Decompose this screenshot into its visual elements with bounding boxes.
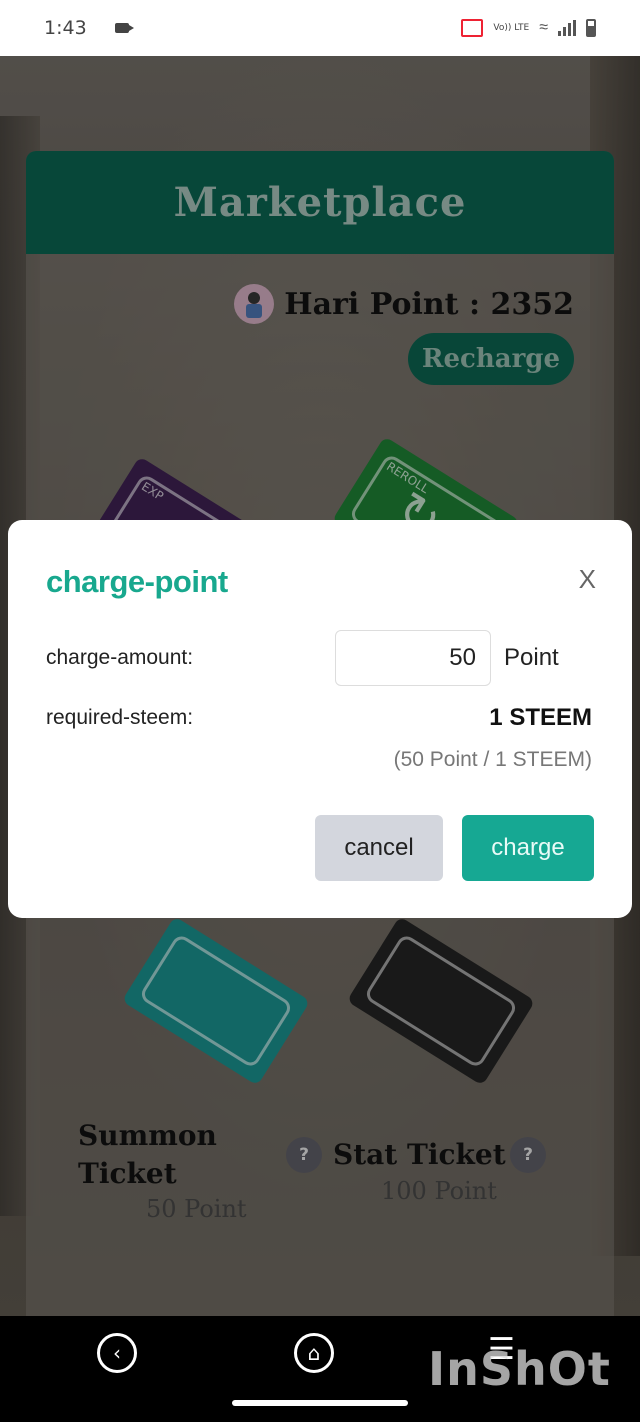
status-bar: 1:43 Vo)) LTE ≈ [0,0,640,56]
cancel-button[interactable]: cancel [315,815,443,881]
charge-amount-unit: Point [504,644,559,671]
home-icon[interactable]: ⌂ [294,1333,334,1373]
close-button[interactable]: X [579,564,596,595]
required-steem-value: 1 STEEM [489,704,592,731]
charge-amount-input[interactable] [335,630,491,686]
required-steem-label: required-steem: [46,706,194,729]
home-indicator[interactable] [232,1400,408,1406]
navigation-bar: ‹ ⌂ ☰ InShOt [0,1316,640,1422]
modal-title: charge-point [46,564,228,599]
volte-icon: Vo)) LTE [493,22,530,33]
status-time: 1:43 [44,17,87,39]
signal-icon [558,20,576,36]
battery-icon [586,19,596,37]
cast-icon [461,19,484,37]
charge-amount-label: charge-amount: [46,646,194,669]
wifi-icon: ≈ [539,19,548,36]
exchange-rate: (50 Point / 1 STEEM) [393,748,592,771]
video-camera-icon [114,23,134,33]
status-icons: Vo)) LTE ≈ [461,19,596,37]
charge-button[interactable]: charge [462,815,594,881]
watermark: InShOt [428,1342,611,1396]
back-icon[interactable]: ‹ [97,1333,137,1373]
charge-point-modal: charge-point X charge-amount: Point requ… [8,520,632,918]
